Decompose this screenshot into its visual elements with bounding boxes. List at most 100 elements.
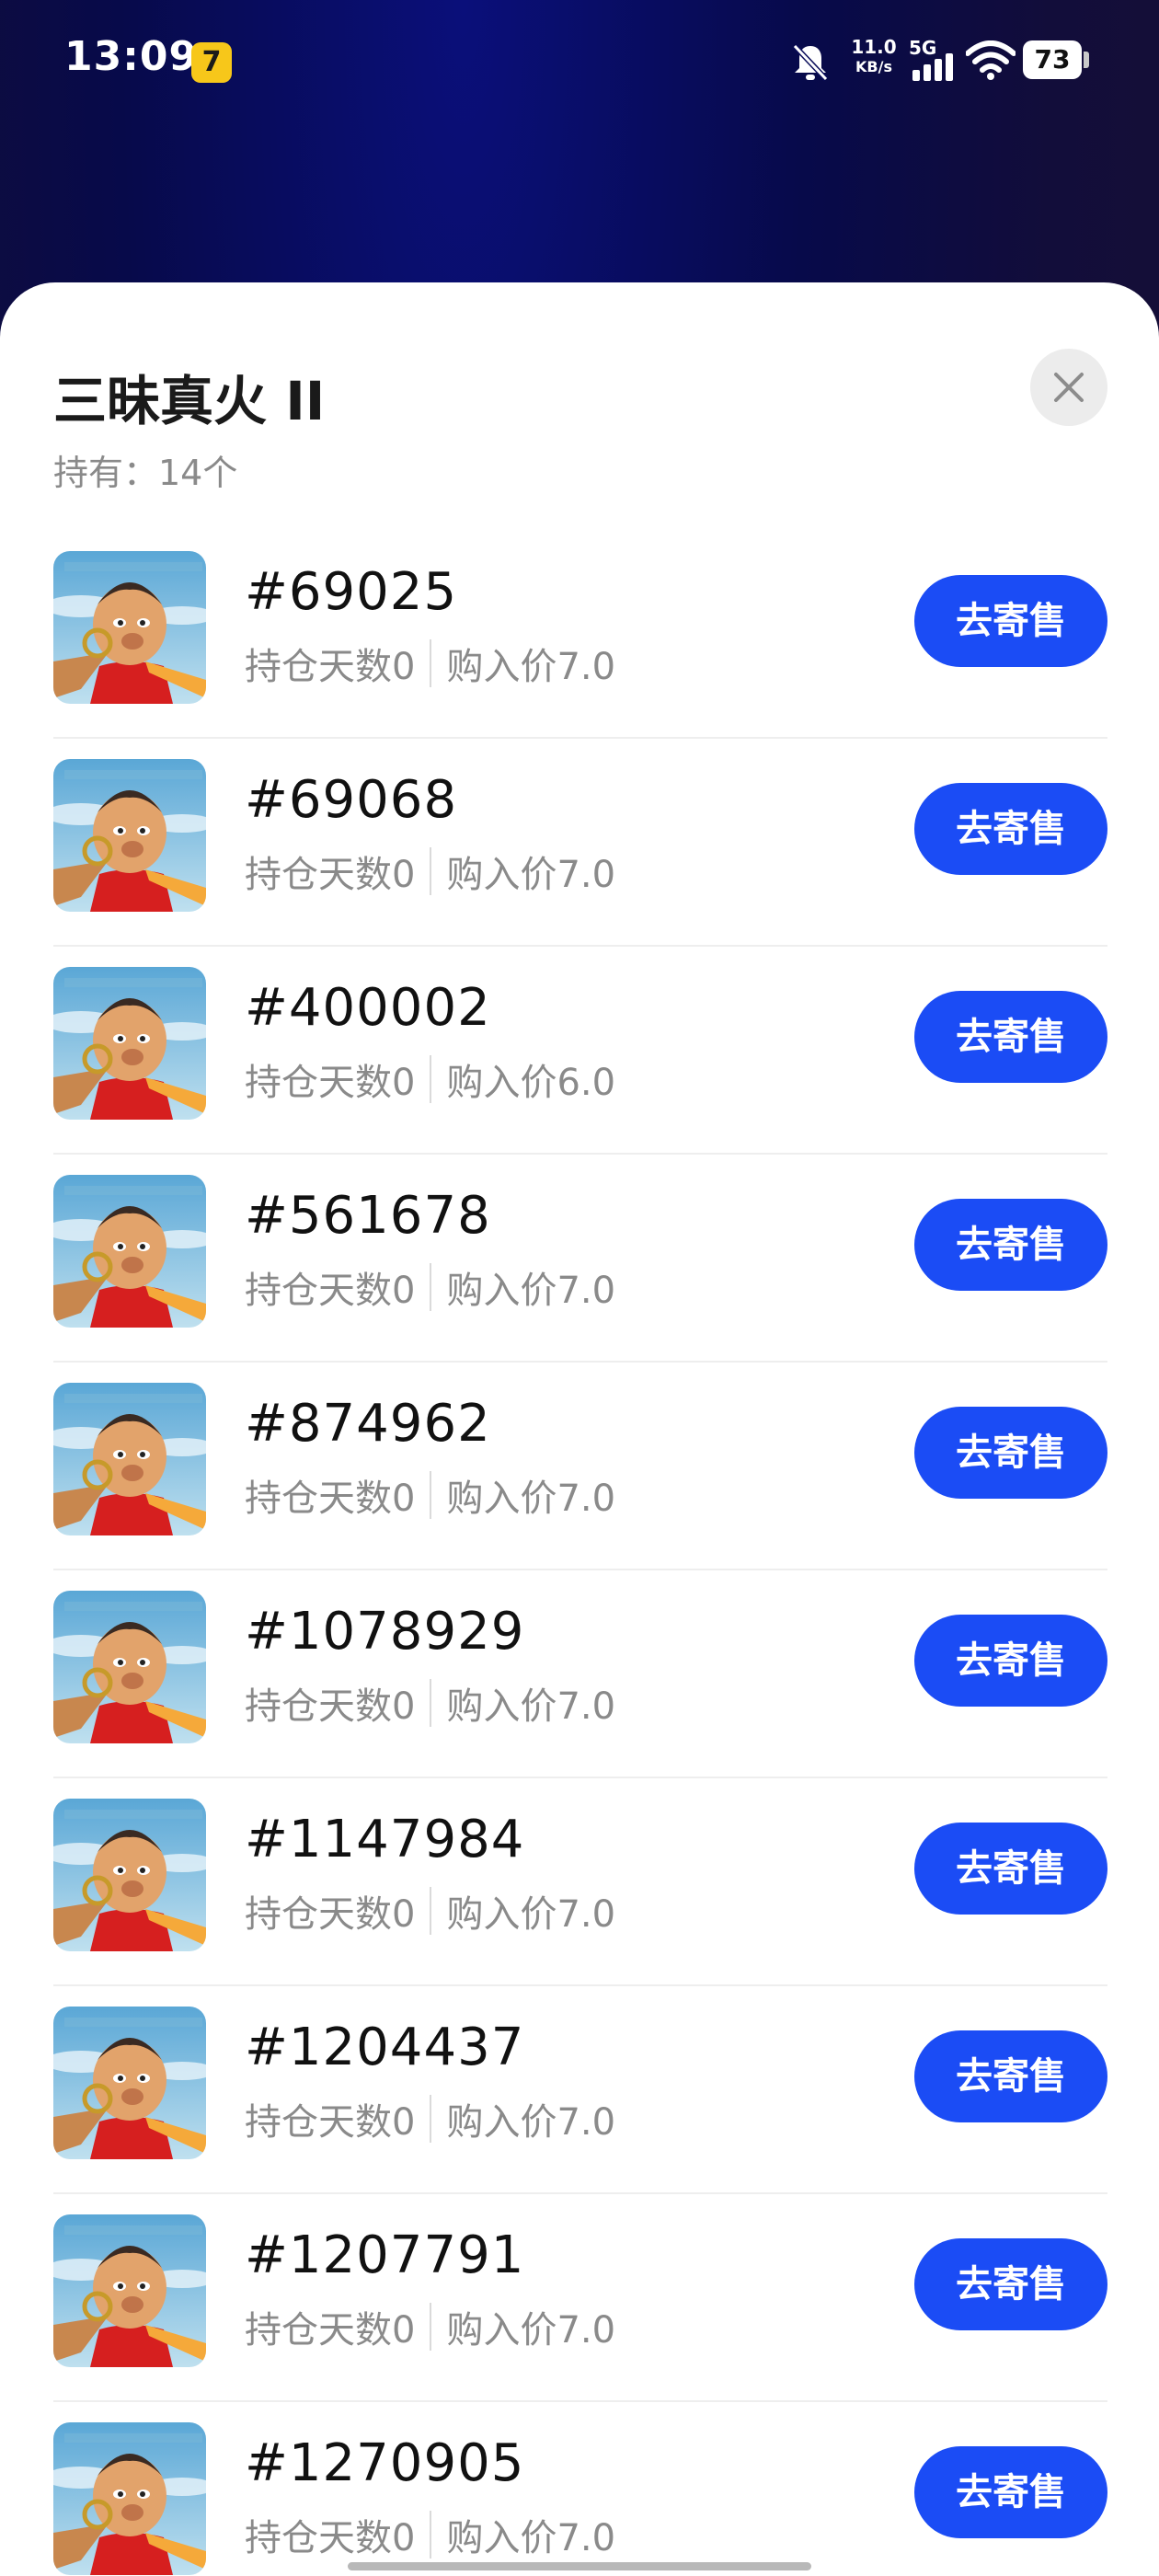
holding-days: 持仓天数0 <box>245 1062 416 1104</box>
consign-button[interactable]: 去寄售 <box>914 1823 1107 1915</box>
item-thumbnail <box>53 2214 206 2367</box>
purchase-price: 购入价7.0 <box>446 2309 616 2352</box>
character-image <box>53 759 206 912</box>
list-item[interactable]: #400002 持仓天数0 购入价6.0 去寄售 <box>0 947 1159 1155</box>
character-image <box>53 551 206 704</box>
item-meta: 持仓天数0 购入价7.0 <box>245 1469 615 1521</box>
item-meta: 持仓天数0 购入价7.0 <box>245 845 615 897</box>
status-icons: 11.0 KB/s 5G 73 <box>791 33 1095 88</box>
character-image <box>53 2007 206 2159</box>
consign-button[interactable]: 去寄售 <box>914 1199 1107 1291</box>
holding-days: 持仓天数0 <box>245 1478 416 1520</box>
item-thumbnail <box>53 1591 206 1743</box>
meta-divider <box>430 2303 432 2351</box>
item-meta: 持仓天数0 购入价7.0 <box>245 2509 615 2560</box>
net-speed-value: 11.0 <box>851 36 897 58</box>
meta-divider <box>430 1263 432 1311</box>
meta-divider <box>430 847 432 895</box>
consign-button[interactable]: 去寄售 <box>914 1407 1107 1499</box>
item-meta: 持仓天数0 购入价7.0 <box>245 2093 615 2145</box>
consign-button[interactable]: 去寄售 <box>914 991 1107 1083</box>
purchase-price: 购入价7.0 <box>446 646 616 688</box>
item-meta: 持仓天数0 购入价7.0 <box>245 1261 615 1313</box>
item-meta: 持仓天数0 购入价7.0 <box>245 2301 615 2352</box>
holding-days: 持仓天数0 <box>245 646 416 688</box>
meta-divider <box>430 639 432 687</box>
close-icon <box>1054 373 1084 402</box>
meta-divider <box>430 1471 432 1519</box>
list-item[interactable]: #1147984 持仓天数0 购入价7.0 去寄售 <box>0 1778 1159 1986</box>
item-meta: 持仓天数0 购入价7.0 <box>245 638 615 689</box>
character-image <box>53 2214 206 2367</box>
signal-icon <box>912 53 953 81</box>
meta-divider <box>430 1055 432 1103</box>
net-speed: 11.0 KB/s <box>844 37 903 77</box>
purchase-price: 购入价7.0 <box>446 2517 616 2559</box>
consign-button[interactable]: 去寄售 <box>914 575 1107 667</box>
item-serial: #1147984 <box>245 1810 525 1869</box>
home-indicator[interactable] <box>348 2562 811 2570</box>
item-thumbnail <box>53 551 206 704</box>
meta-divider <box>430 1887 432 1935</box>
purchase-price: 购入价7.0 <box>446 2101 616 2144</box>
item-thumbnail <box>53 1383 206 1535</box>
character-image <box>53 1175 206 1328</box>
close-button[interactable] <box>1030 349 1107 426</box>
item-serial: #1078929 <box>245 1602 525 1662</box>
holding-days: 持仓天数0 <box>245 854 416 896</box>
item-serial: #1204437 <box>245 2018 525 2077</box>
purchase-price: 购入价7.0 <box>446 1270 616 1312</box>
purchase-price: 购入价7.0 <box>446 854 616 896</box>
list-item[interactable]: #1204437 持仓天数0 购入价7.0 去寄售 <box>0 1986 1159 2194</box>
item-serial: #69025 <box>245 562 458 622</box>
net-speed-unit: KB/s <box>855 58 892 75</box>
purchase-price: 购入价7.0 <box>446 1478 616 1520</box>
item-meta: 持仓天数0 购入价6.0 <box>245 1053 615 1105</box>
consign-button[interactable]: 去寄售 <box>914 2238 1107 2330</box>
wifi-icon <box>966 40 1016 80</box>
list-item[interactable]: #69025 持仓天数0 购入价7.0 去寄售 <box>0 531 1159 739</box>
item-serial: #874962 <box>245 1394 491 1454</box>
list-item[interactable]: #874962 持仓天数0 购入价7.0 去寄售 <box>0 1363 1159 1570</box>
character-image <box>53 1383 206 1535</box>
consign-button[interactable]: 去寄售 <box>914 783 1107 875</box>
mute-bell-icon <box>792 43 829 82</box>
item-thumbnail <box>53 1799 206 1951</box>
status-time: 13:09 <box>64 33 199 80</box>
purchase-price: 购入价7.0 <box>446 1893 616 1936</box>
holding-count: 持有：14个 <box>53 453 238 493</box>
item-thumbnail <box>53 759 206 912</box>
app-notification-icon: 7 <box>191 42 232 83</box>
list-item[interactable]: #561678 持仓天数0 购入价7.0 去寄售 <box>0 1155 1159 1363</box>
meta-divider <box>430 2511 432 2559</box>
holding-days: 持仓天数0 <box>245 2517 416 2559</box>
holding-days: 持仓天数0 <box>245 1685 416 1728</box>
item-serial: #400002 <box>245 978 491 1038</box>
character-image <box>53 2422 206 2575</box>
consign-button[interactable]: 去寄售 <box>914 2446 1107 2538</box>
list-item[interactable]: #69068 持仓天数0 购入价7.0 去寄售 <box>0 739 1159 947</box>
holding-days: 持仓天数0 <box>245 2309 416 2352</box>
list-item[interactable]: #1270905 持仓天数0 购入价7.0 去寄售 <box>0 2402 1159 2576</box>
meta-divider <box>430 1679 432 1727</box>
list-item[interactable]: #1207791 持仓天数0 购入价7.0 去寄售 <box>0 2194 1159 2402</box>
collection-sheet: 三昧真火 II 持有：14个 #69025 持仓天数0 购入价7.0 去寄售 #… <box>0 282 1159 2576</box>
holding-days: 持仓天数0 <box>245 1270 416 1312</box>
consign-button[interactable]: 去寄售 <box>914 2030 1107 2122</box>
item-serial: #69068 <box>245 770 458 830</box>
item-list: #69025 持仓天数0 购入价7.0 去寄售 #69068 持仓天数0 购入价… <box>0 531 1159 2576</box>
sheet-title: 三昧真火 II <box>53 370 326 432</box>
item-meta: 持仓天数0 购入价7.0 <box>245 1885 615 1937</box>
purchase-price: 购入价7.0 <box>446 1685 616 1728</box>
list-item[interactable]: #1078929 持仓天数0 购入价7.0 去寄售 <box>0 1570 1159 1778</box>
character-image <box>53 1591 206 1743</box>
item-thumbnail <box>53 2007 206 2159</box>
item-serial: #1270905 <box>245 2433 525 2493</box>
character-image <box>53 1799 206 1951</box>
item-thumbnail <box>53 2422 206 2575</box>
item-serial: #561678 <box>245 1186 491 1246</box>
item-thumbnail <box>53 1175 206 1328</box>
consign-button[interactable]: 去寄售 <box>914 1615 1107 1707</box>
battery-icon: 73 <box>1023 40 1082 79</box>
holding-days: 持仓天数0 <box>245 1893 416 1936</box>
